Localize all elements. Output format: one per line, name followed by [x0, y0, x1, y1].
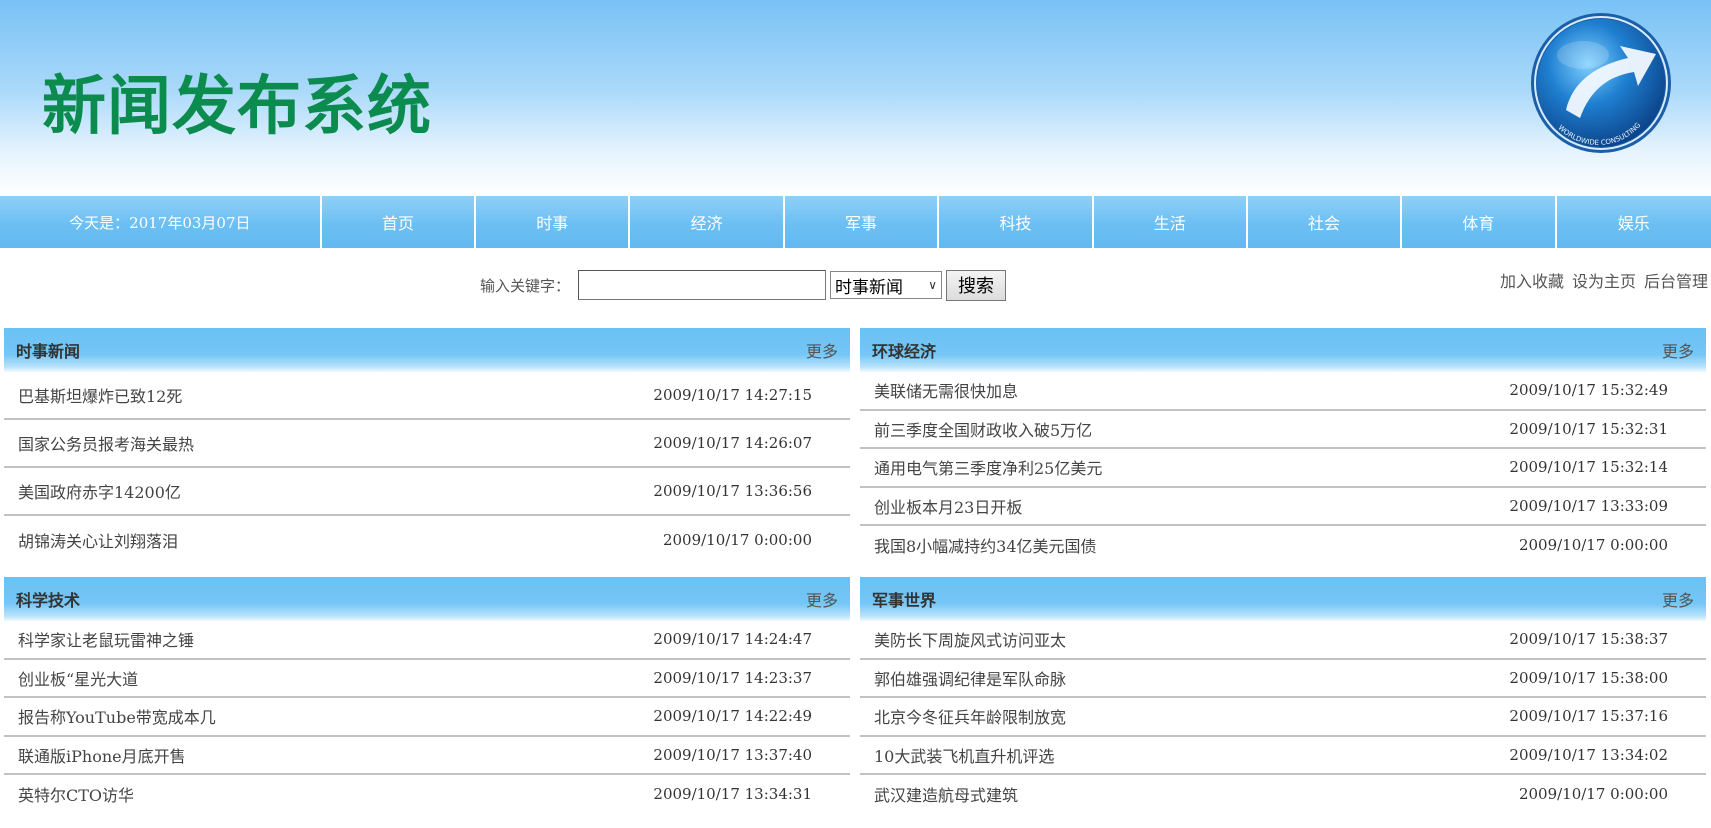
news-title-link[interactable]: 报告称YouTube带宽成本几: [18, 704, 216, 728]
nav-society[interactable]: 社会: [1247, 196, 1403, 248]
news-row: 美防长下周旋风式访问亚太 2009/10/17 15:38:37: [860, 621, 1706, 660]
panel-header: 时事新闻 更多: [4, 328, 850, 372]
news-row: 英特尔CTO访华 2009/10/17 13:34:31: [4, 775, 850, 814]
main-nav: 今天是：2017年03月07日 首页 时事 经济 军事 科技 生活 社会 体育 …: [0, 196, 1711, 248]
chevron-down-icon: ∨: [928, 278, 938, 292]
more-link[interactable]: 更多: [1662, 338, 1694, 362]
site-title: 新闻发布系统: [42, 70, 432, 144]
nav-economy[interactable]: 经济: [630, 196, 785, 248]
admin-link[interactable]: 后台管理: [1644, 268, 1708, 292]
news-time: 2009/10/17 13:33:09: [1509, 496, 1668, 515]
news-title-link[interactable]: 通用电气第三季度净利25亿美元: [874, 455, 1102, 479]
panel-science-tech: 科学技术 更多 科学家让老鼠玩雷神之锤 2009/10/17 14:24:47 …: [4, 577, 850, 814]
panel-title: 科学技术: [16, 591, 81, 610]
news-title-link[interactable]: 北京今冬征兵年龄限制放宽: [874, 704, 1066, 728]
current-date: 今天是：2017年03月07日: [0, 196, 322, 248]
news-time: 2009/10/17 14:27:15: [653, 386, 812, 404]
news-title-link[interactable]: 联通版iPhone月底开售: [18, 743, 186, 767]
nav-home[interactable]: 首页: [321, 196, 477, 248]
globe-arrow-logo-icon: WORLDWIDE CONSULTING: [1531, 13, 1671, 153]
nav-sports[interactable]: 体育: [1402, 196, 1557, 248]
panel-header: 军事世界 更多: [860, 577, 1706, 621]
news-title-link[interactable]: 美国政府赤字14200亿: [18, 479, 181, 503]
search-button[interactable]: 搜索: [946, 269, 1007, 301]
news-row: 我国8小幅减持约34亿美元国债 2009/10/17 0:00:00: [860, 526, 1706, 565]
news-title-link[interactable]: 郭伯雄强调纪律是军队命脉: [874, 666, 1066, 690]
news-row: 报告称YouTube带宽成本几 2009/10/17 14:22:49: [4, 698, 850, 737]
news-row: 胡锦涛关心让刘翔落泪 2009/10/17 0:00:00: [4, 516, 850, 564]
news-title-link[interactable]: 英特尔CTO访华: [18, 782, 134, 806]
news-row: 郭伯雄强调纪律是军队命脉 2009/10/17 15:38:00: [860, 660, 1706, 698]
category-select[interactable]: 时事新闻 ∨: [830, 271, 943, 299]
news-title-link[interactable]: 胡锦涛关心让刘翔落泪: [18, 528, 178, 552]
news-time: 2009/10/17 15:32:31: [1509, 419, 1668, 438]
panel-title: 时事新闻: [16, 342, 81, 361]
news-row: 美国政府赤字14200亿 2009/10/17 13:36:56: [4, 468, 850, 516]
news-time: 2009/10/17 13:37:40: [653, 745, 812, 764]
news-title-link[interactable]: 美联储无需很快加息: [874, 378, 1018, 402]
add-favorite-link[interactable]: 加入收藏: [1500, 268, 1564, 292]
news-row: 创业板“星光大道 2009/10/17 14:23:37: [4, 660, 850, 698]
nav-current-affairs[interactable]: 时事: [476, 196, 631, 248]
news-title-link[interactable]: 创业板“星光大道: [18, 666, 138, 690]
news-row: 创业板本月23日开板 2009/10/17 13:33:09: [860, 488, 1706, 526]
category-selected-value: 时事新闻: [835, 277, 904, 298]
panel-military-world: 军事世界 更多 美防长下周旋风式访问亚太 2009/10/17 15:38:37…: [860, 577, 1706, 814]
news-title-link[interactable]: 我国8小幅减持约34亿美元国债: [874, 533, 1097, 557]
news-time: 2009/10/17 15:38:37: [1509, 630, 1668, 649]
news-time: 2009/10/17 14:24:47: [653, 630, 812, 649]
panel-title: 环球经济: [872, 342, 937, 361]
news-title-link[interactable]: 科学家让老鼠玩雷神之锤: [18, 627, 194, 651]
news-row: 美联储无需很快加息 2009/10/17 15:32:49: [860, 372, 1706, 411]
news-title-link[interactable]: 武汉建造航母式建筑: [874, 782, 1018, 806]
news-time: 2009/10/17 15:32:49: [1509, 381, 1668, 400]
news-title-link[interactable]: 创业板本月23日开板: [874, 494, 1022, 518]
news-row: 10大武装飞机直升机评选 2009/10/17 13:34:02: [860, 737, 1706, 775]
news-time: 2009/10/17 15:32:14: [1509, 458, 1668, 477]
news-time: 2009/10/17 13:36:56: [653, 482, 812, 500]
more-link[interactable]: 更多: [1662, 587, 1694, 611]
news-row: 前三季度全国财政收入破5万亿 2009/10/17 15:32:31: [860, 411, 1706, 449]
set-homepage-link[interactable]: 设为主页: [1572, 268, 1636, 292]
news-row: 巴基斯坦爆炸已致12死 2009/10/17 14:27:15: [4, 372, 850, 420]
news-time: 2009/10/17 13:34:31: [653, 785, 812, 804]
more-link[interactable]: 更多: [806, 338, 838, 362]
top-links: 加入收藏 设为主页 后台管理: [1492, 268, 1708, 292]
news-time: 2009/10/17 0:00:00: [662, 531, 812, 549]
news-title-link[interactable]: 10大武装飞机直升机评选: [874, 743, 1054, 767]
search-label: 输入关键字：: [480, 276, 571, 295]
news-time: 2009/10/17 14:26:07: [653, 434, 812, 452]
news-row: 通用电气第三季度净利25亿美元 2009/10/17 15:32:14: [860, 449, 1706, 488]
nav-technology[interactable]: 科技: [939, 196, 1094, 248]
news-time: 2009/10/17 0:00:00: [1518, 536, 1668, 555]
news-time: 2009/10/17 15:37:16: [1509, 707, 1668, 726]
search-bar: 输入关键字： 时事新闻 ∨ 搜索: [480, 269, 1007, 301]
news-row: 武汉建造航母式建筑 2009/10/17 0:00:00: [860, 775, 1706, 814]
news-row: 科学家让老鼠玩雷神之锤 2009/10/17 14:24:47: [4, 621, 850, 660]
news-time: 2009/10/17 15:38:00: [1509, 668, 1668, 687]
panel-header: 科学技术 更多: [4, 577, 850, 621]
news-title-link[interactable]: 前三季度全国财政收入破5万亿: [874, 417, 1092, 441]
site-header: 新闻发布系统 WORLDWIDE CONSULTING: [0, 0, 1711, 196]
news-time: 2009/10/17 14:22:49: [653, 707, 812, 726]
news-row: 国家公务员报考海关最热 2009/10/17 14:26:07: [4, 420, 850, 468]
panel-title: 军事世界: [872, 591, 937, 610]
panel-current-affairs: 时事新闻 更多 巴基斯坦爆炸已致12死 2009/10/17 14:27:15 …: [4, 328, 850, 564]
news-time: 2009/10/17 0:00:00: [1518, 785, 1668, 804]
news-time: 2009/10/17 13:34:02: [1509, 745, 1668, 764]
search-input[interactable]: [578, 270, 827, 300]
nav-life[interactable]: 生活: [1093, 196, 1248, 248]
more-link[interactable]: 更多: [806, 587, 838, 611]
news-title-link[interactable]: 国家公务员报考海关最热: [18, 431, 194, 455]
nav-entertainment[interactable]: 娱乐: [1556, 196, 1711, 248]
panel-header: 环球经济 更多: [860, 328, 1706, 372]
news-title-link[interactable]: 巴基斯坦爆炸已致12死: [18, 383, 182, 407]
news-time: 2009/10/17 14:23:37: [653, 668, 812, 687]
nav-military[interactable]: 军事: [784, 196, 940, 248]
panel-global-economy: 环球经济 更多 美联储无需很快加息 2009/10/17 15:32:49 前三…: [860, 328, 1706, 565]
news-title-link[interactable]: 美防长下周旋风式访问亚太: [874, 627, 1066, 651]
news-row: 联通版iPhone月底开售 2009/10/17 13:37:40: [4, 737, 850, 775]
news-row: 北京今冬征兵年龄限制放宽 2009/10/17 15:37:16: [860, 698, 1706, 737]
